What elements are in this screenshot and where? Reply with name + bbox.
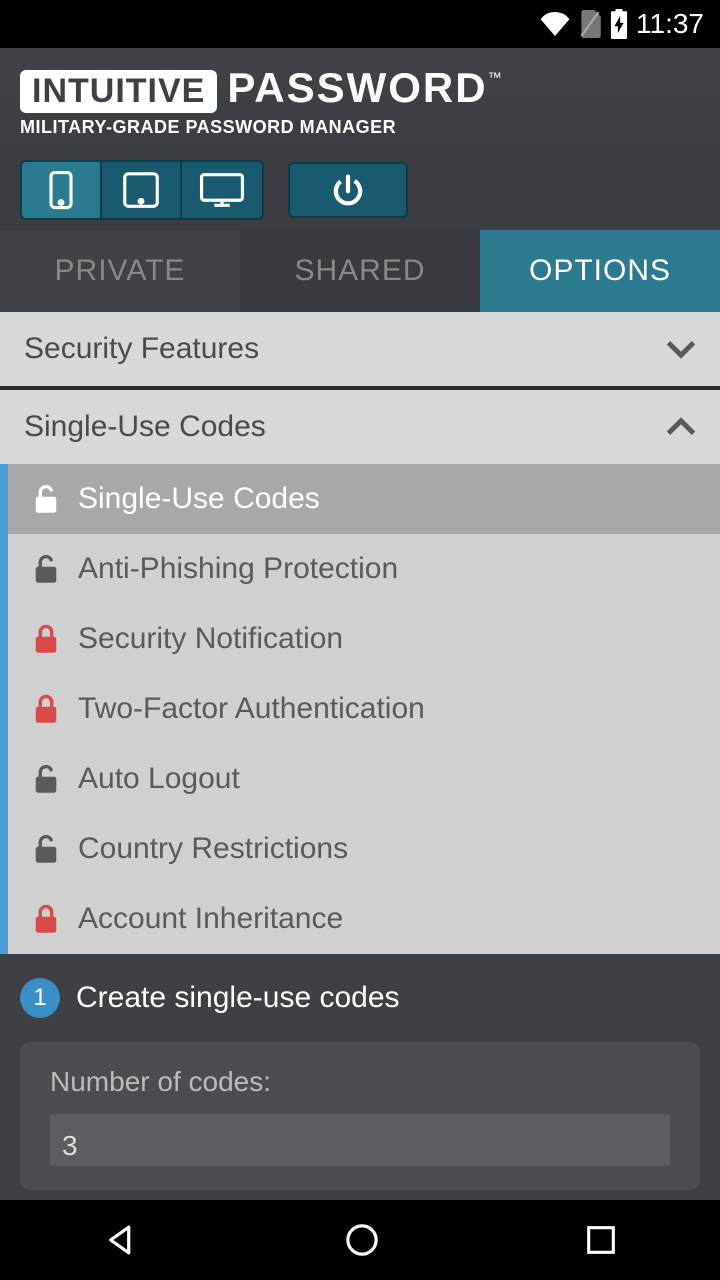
accordion-label: Single-Use Codes (24, 410, 266, 444)
tablet-icon (121, 170, 161, 210)
app-tagline: MILITARY-GRADE PASSWORD MANAGER (20, 117, 700, 138)
lock-open-icon (32, 763, 60, 795)
form-panel: Number of codes: (20, 1042, 700, 1190)
submenu-item-label: Country Restrictions (78, 832, 348, 866)
lock-closed-icon (32, 693, 60, 725)
device-toolbar (0, 150, 720, 230)
submenu-list: Single-Use Codes Anti-Phishing Protection… (0, 464, 720, 954)
logo-block-text: INTUITIVE (20, 70, 217, 113)
tab-private[interactable]: PRIVATE (0, 230, 240, 312)
tab-shared[interactable]: SHARED (240, 230, 480, 312)
submenu-item[interactable]: Country Restrictions (8, 814, 720, 884)
accordion-security-features[interactable]: Security Features (0, 312, 720, 390)
power-icon (331, 173, 365, 207)
content-area: 1 Create single-use codes Number of code… (0, 954, 720, 1214)
status-bar: 11:37 (0, 0, 720, 48)
submenu-item-label: Security Notification (78, 622, 343, 656)
submenu-item-label: Two-Factor Authentication (78, 692, 425, 726)
step-title: Create single-use codes (76, 981, 400, 1015)
wifi-icon (540, 12, 570, 36)
desktop-icon (199, 172, 245, 208)
submenu-item-label: Anti-Phishing Protection (78, 552, 398, 586)
recent-icon[interactable] (585, 1224, 617, 1256)
home-icon[interactable] (344, 1222, 380, 1258)
main-tabs: PRIVATE SHARED OPTIONS (0, 230, 720, 312)
battery-charging-icon (610, 9, 628, 39)
submenu-item[interactable]: Account Inheritance (8, 884, 720, 954)
chevron-up-icon (666, 417, 696, 437)
submenu-item[interactable]: Auto Logout (8, 744, 720, 814)
app-header: INTUITIVE PASSWORD™ MILITARY-GRADE PASSW… (0, 48, 720, 150)
codes-field-label: Number of codes: (50, 1066, 670, 1098)
submenu-item[interactable]: Anti-Phishing Protection (8, 534, 720, 604)
lock-open-icon (32, 553, 60, 585)
status-time: 11:37 (636, 8, 704, 40)
tab-options[interactable]: OPTIONS (480, 230, 720, 312)
accordion-label: Security Features (24, 332, 259, 366)
step-header: 1 Create single-use codes (20, 978, 700, 1018)
sim-icon (578, 10, 602, 38)
device-desktop-button[interactable] (182, 162, 262, 218)
codes-input[interactable] (50, 1114, 670, 1166)
device-tablet-button[interactable] (102, 162, 182, 218)
accordion-single-use-codes[interactable]: Single-Use Codes (0, 390, 720, 464)
device-phone-button[interactable] (22, 162, 102, 218)
step-number-badge: 1 (20, 978, 60, 1018)
back-icon[interactable] (103, 1222, 139, 1258)
phone-icon (47, 170, 75, 210)
logo-tm: ™ (488, 69, 502, 85)
submenu-item-label: Account Inheritance (78, 902, 343, 936)
submenu-item[interactable]: Security Notification (8, 604, 720, 674)
lock-open-icon (32, 833, 60, 865)
app-logo: INTUITIVE PASSWORD™ (20, 64, 700, 113)
lock-open-icon (32, 483, 60, 515)
android-nav-bar (0, 1200, 720, 1280)
chevron-down-icon (666, 339, 696, 359)
submenu-item[interactable]: Single-Use Codes (8, 464, 720, 534)
submenu-item-label: Auto Logout (78, 762, 240, 796)
lock-closed-icon (32, 903, 60, 935)
logo-word-text: PASSWORD (227, 64, 487, 111)
lock-closed-icon (32, 623, 60, 655)
submenu-item[interactable]: Two-Factor Authentication (8, 674, 720, 744)
submenu-item-label: Single-Use Codes (78, 482, 320, 516)
device-selector (20, 160, 264, 220)
power-button[interactable] (288, 162, 408, 218)
